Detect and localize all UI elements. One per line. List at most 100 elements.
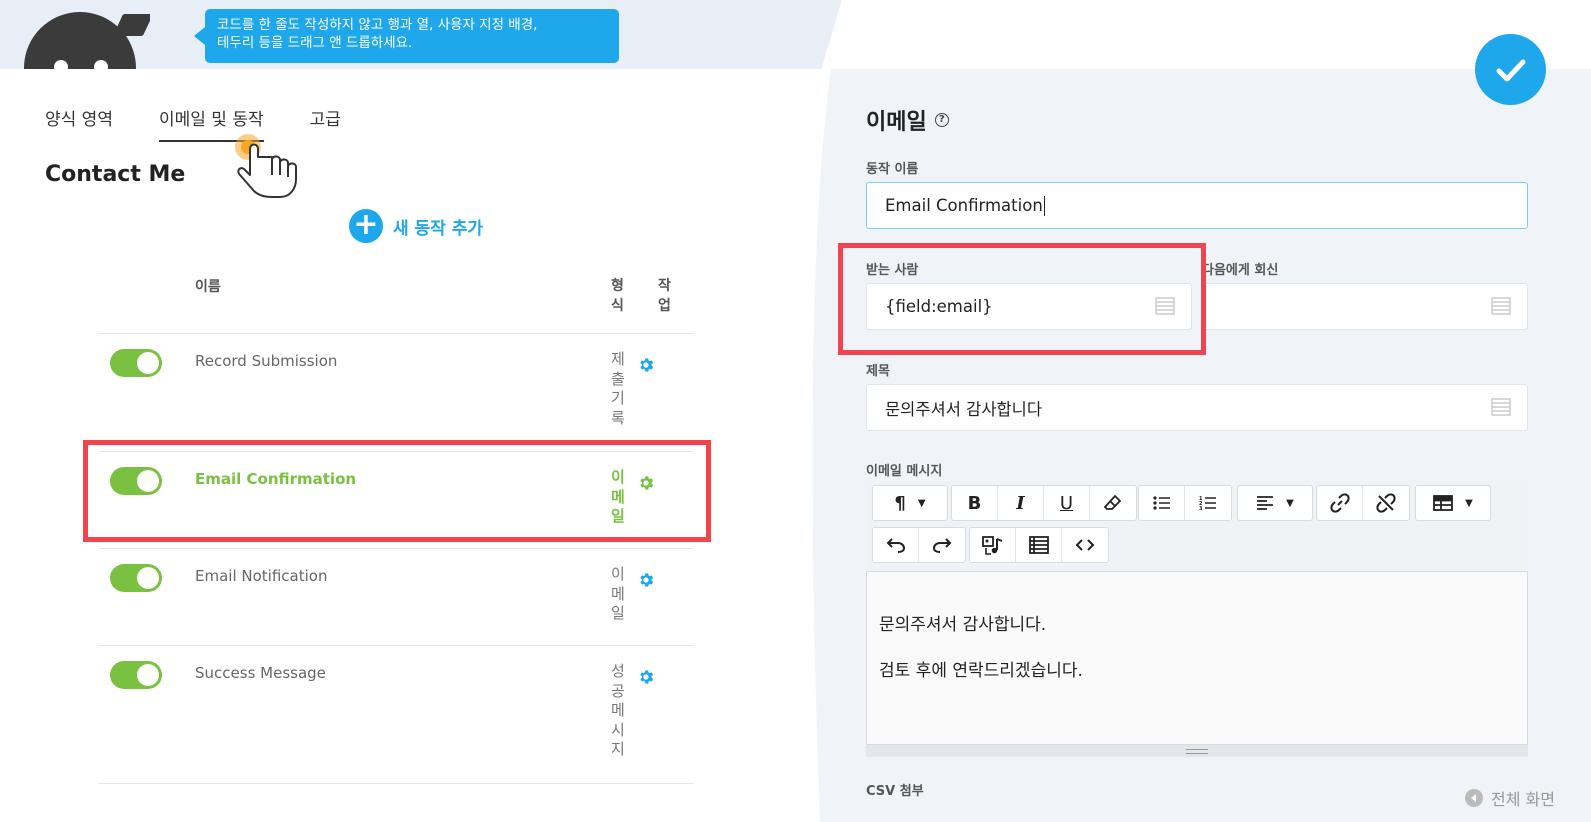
- action-name-value: Email Confirmation: [885, 196, 1043, 215]
- clear-formatting-button[interactable]: [1090, 486, 1136, 520]
- gear-icon[interactable]: [637, 356, 655, 374]
- form-title: Contact Me: [45, 162, 186, 187]
- unlink-icon: [1376, 493, 1396, 513]
- table-header: 이름 형식 작업: [99, 270, 693, 334]
- panel-title: 이메일 ?: [866, 104, 949, 136]
- action-name-label: 동작 이름: [866, 162, 919, 177]
- tooltip-line-1: 코드를 한 줄도 작성하지 않고 행과 열, 사용자 지정 배경,: [217, 17, 538, 33]
- chevron-down-icon: ▼: [917, 497, 926, 509]
- chevron-down-icon: ▼: [1465, 497, 1473, 509]
- redo-button[interactable]: [919, 528, 965, 562]
- action-type: 제출기록: [611, 350, 625, 427]
- numbered-list-icon: 123: [1199, 496, 1216, 511]
- numbered-list-button[interactable]: 123: [1185, 486, 1231, 520]
- italic-icon: I: [1016, 492, 1025, 514]
- table-row: Email Notification 이메일: [99, 549, 693, 646]
- media-group: [969, 527, 1109, 563]
- redo-icon: [932, 538, 952, 553]
- action-name[interactable]: Email Notification: [195, 567, 327, 585]
- subject-value: 문의주셔서 감사합니다: [885, 399, 1043, 419]
- checkmark-icon: [1496, 59, 1525, 81]
- table-icon: [1433, 495, 1454, 511]
- link-icon: [1329, 493, 1350, 513]
- source-code-button[interactable]: [1062, 528, 1108, 562]
- list-group: 123: [1138, 485, 1232, 521]
- subject-label: 제목: [866, 364, 890, 379]
- italic-button[interactable]: I: [998, 486, 1044, 520]
- alignment-group: ▼: [1237, 485, 1313, 521]
- ninja-logo: [24, 12, 150, 69]
- bold-button[interactable]: B: [952, 486, 998, 520]
- tab-advanced[interactable]: 고급: [310, 108, 341, 142]
- link-group: [1316, 485, 1410, 521]
- pointer-hand-icon: [235, 134, 297, 198]
- chevron-down-icon: ▼: [1286, 497, 1294, 509]
- drag-drop-tooltip: 코드를 한 줄도 작성하지 않고 행과 열, 사용자 지정 배경, 테두리 등을…: [194, 9, 619, 63]
- action-name[interactable]: Success Message: [195, 664, 326, 682]
- editor-toolbar: ¶ ▼ B I U 123 ▼ ▼: [866, 481, 1528, 570]
- bullet-list-icon: [1152, 496, 1170, 510]
- table-row: Record Submission 제출기록: [99, 334, 693, 452]
- fullscreen-button[interactable]: 전체 화면: [1465, 786, 1555, 810]
- text-style-group: B I U: [951, 485, 1137, 521]
- bold-icon: B: [967, 492, 982, 514]
- pilcrow-icon: ¶: [894, 492, 906, 514]
- bullet-list-button[interactable]: [1139, 486, 1185, 520]
- action-type: 성공메시지: [611, 662, 625, 758]
- paragraph-format-dropdown[interactable]: ¶ ▼: [873, 486, 947, 520]
- tooltip-line-2: 테두리 등을 드래그 앤 드롭하세요.: [217, 35, 413, 51]
- align-left-icon: [1257, 496, 1274, 510]
- email-message-editor: ¶ ▼ B I U 123 ▼ ▼ 문의주셔서 감사합니다. 검토 후에 연락드…: [866, 481, 1528, 757]
- table-row: Success Message 성공메시지: [99, 646, 693, 784]
- insert-table-dropdown[interactable]: ▼: [1416, 486, 1490, 520]
- undo-icon: [886, 538, 905, 553]
- subject-input[interactable]: 문의주셔서 감사합니다: [866, 384, 1528, 431]
- email-message-label: 이메일 메시지: [866, 464, 943, 479]
- action-name[interactable]: Record Submission: [195, 352, 337, 370]
- col-type-header: 형식: [611, 278, 624, 314]
- col-actions-header: 작업: [658, 278, 671, 314]
- alignment-dropdown[interactable]: ▼: [1238, 486, 1312, 520]
- fullscreen-label: 전체 화면: [1491, 790, 1555, 809]
- editor-resize-handle[interactable]: [866, 745, 1528, 757]
- done-button[interactable]: [1475, 34, 1546, 105]
- underline-button[interactable]: U: [1044, 486, 1090, 520]
- plus-icon: +: [349, 209, 383, 243]
- message-line-2: 검토 후에 연락드리겠습니다.: [879, 661, 1083, 681]
- reply-to-label: 다음에게 회신: [1202, 263, 1279, 278]
- email-message-body[interactable]: 문의주셔서 감사합니다. 검토 후에 연락드리겠습니다.: [866, 571, 1528, 745]
- history-group: [872, 527, 966, 563]
- add-new-action-button[interactable]: + 새 동작 추가: [349, 209, 483, 243]
- code-icon: [1075, 539, 1095, 551]
- eraser-icon: [1104, 494, 1122, 510]
- underline-icon: U: [1059, 492, 1074, 514]
- action-name-input[interactable]: Email Confirmation: [866, 182, 1528, 229]
- text-caret: [1043, 195, 1045, 216]
- action-toggle[interactable]: [110, 661, 162, 689]
- gear-icon[interactable]: [637, 571, 655, 589]
- insert-link-button[interactable]: [1317, 486, 1363, 520]
- action-toggle[interactable]: [110, 349, 162, 377]
- gear-icon[interactable]: [637, 668, 655, 686]
- merge-tags-icon[interactable]: [1491, 397, 1511, 417]
- tab-form-fields[interactable]: 양식 영역: [45, 108, 113, 142]
- merge-tags-button[interactable]: [1016, 528, 1062, 562]
- highlight-box-selected-action: [83, 440, 711, 542]
- merge-tags-icon: [1028, 536, 1049, 554]
- add-new-action-label: 새 동작 추가: [393, 218, 484, 239]
- arrow-left-circle-icon: [1465, 789, 1483, 807]
- undo-button[interactable]: [873, 528, 919, 562]
- table-group: ▼: [1415, 485, 1491, 521]
- action-type: 이메일: [611, 565, 625, 622]
- paragraph-format-group: ¶ ▼: [872, 485, 948, 521]
- highlight-box-to-field: [838, 243, 1206, 355]
- reply-to-input[interactable]: [1202, 283, 1528, 330]
- action-toggle[interactable]: [110, 564, 162, 592]
- insert-media-button[interactable]: [970, 528, 1016, 562]
- message-line-1: 문의주셔서 감사합니다.: [879, 615, 1047, 635]
- help-icon[interactable]: ?: [934, 113, 949, 127]
- col-name-header: 이름: [195, 279, 221, 295]
- remove-link-button[interactable]: [1363, 486, 1409, 520]
- panel-title-text: 이메일: [866, 110, 927, 135]
- merge-tags-icon[interactable]: [1491, 296, 1511, 316]
